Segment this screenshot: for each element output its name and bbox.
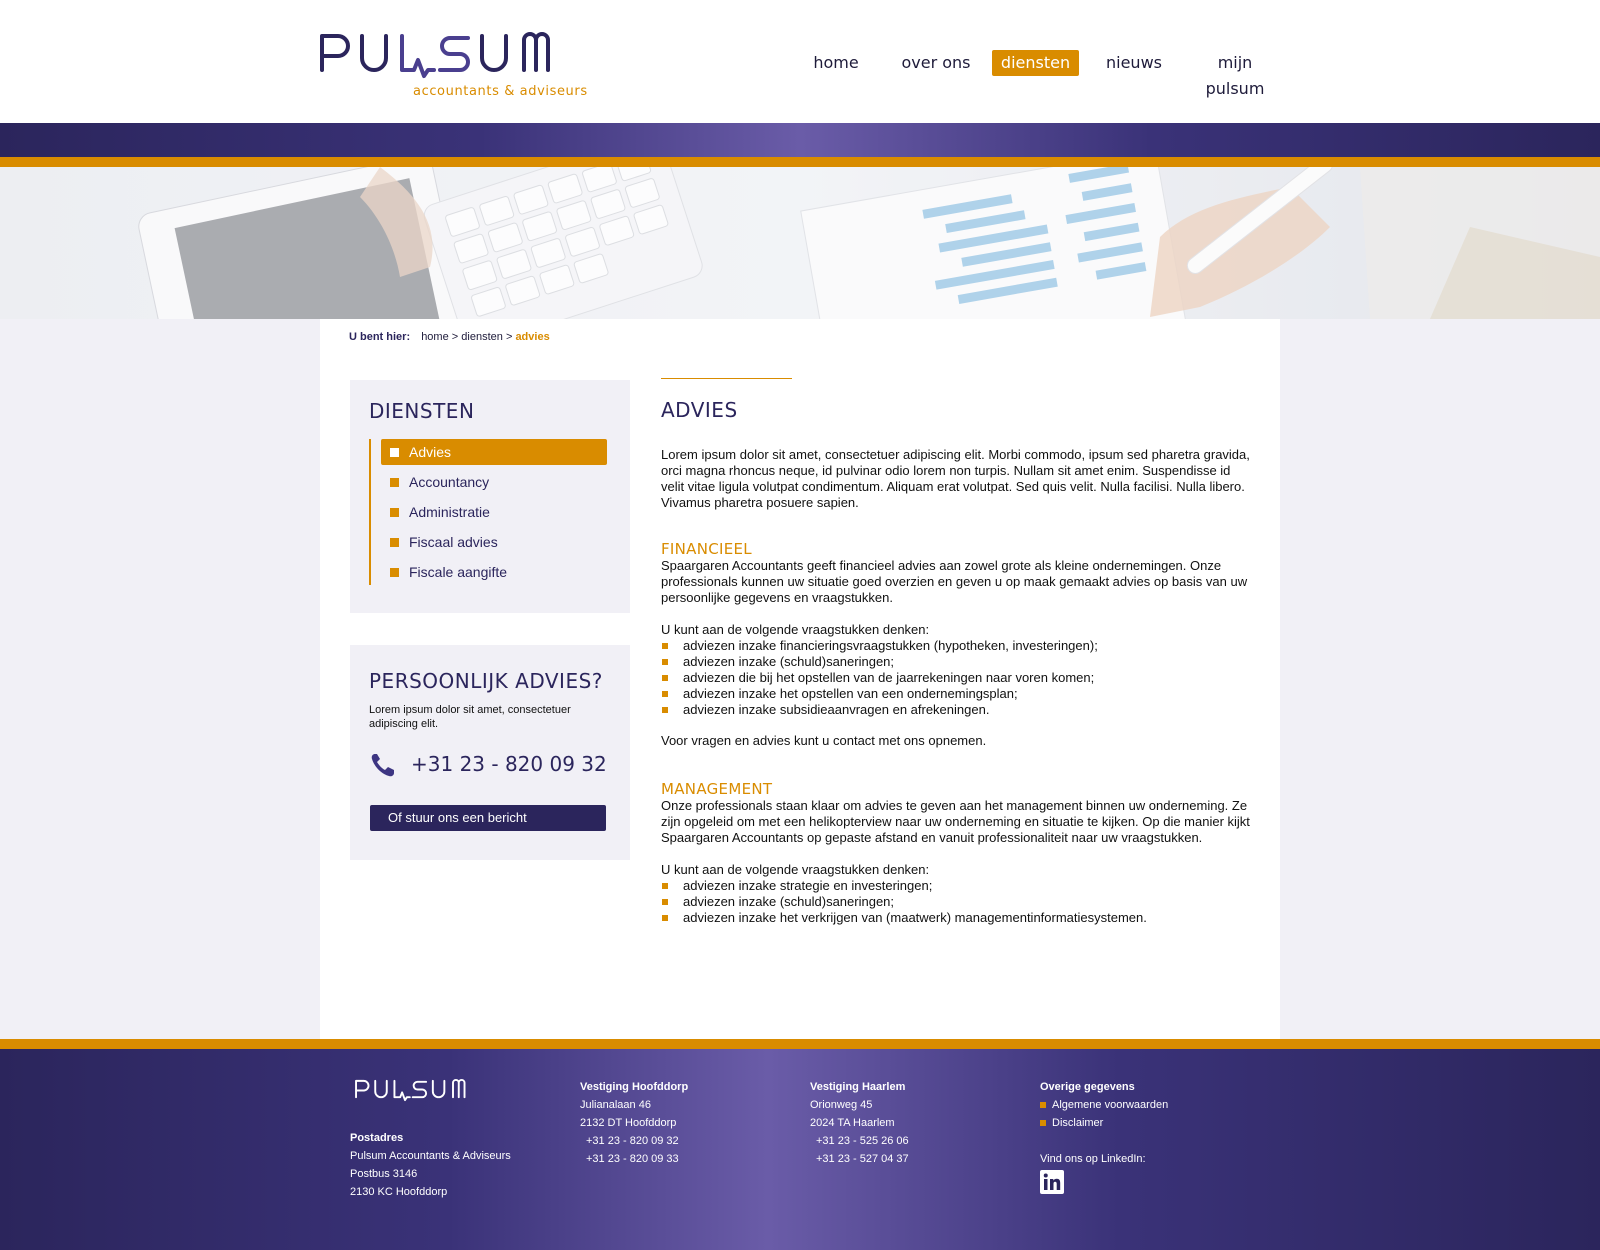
send-message-button[interactable]: Of stuur ons een bericht [370,805,606,831]
phone-line[interactable]: +31 23 - 820 09 32 [580,1132,688,1150]
phone-line[interactable]: +31 23 - 820 09 33 [580,1150,688,1168]
address-line: 2024 TA Haarlem [810,1117,895,1129]
nav-mijn-pulsum[interactable]: mijn pulsum [1186,50,1284,98]
contact-title: PERSOONLIJK ADVIES? [369,669,603,693]
nav-diensten[interactable]: diensten [992,50,1079,76]
list-item: adviezen inzake (schuld)saneringen; [661,654,1255,670]
address-line: Postbus 3146 [350,1168,418,1180]
header-band [0,123,1600,157]
link-disclaimer[interactable]: Disclaimer [1040,1114,1168,1132]
list-item: adviezen inzake het opstellen van een on… [661,686,1255,702]
breadcrumb: U bent hier: home > diensten > advies [349,331,550,343]
section-title-management: MANAGEMENT [661,780,773,798]
breadcrumb-current: advies [515,331,550,343]
footer-postadres: Postadres Pulsum Accountants & Adviseurs… [350,1129,511,1201]
sidebar-item-label: Fiscale aangifte [409,564,508,580]
intro-paragraph: Lorem ipsum dolor sit amet, consectetuer… [661,447,1250,510]
sidebar-item-fiscale-aangifte[interactable]: Fiscale aangifte [381,559,607,585]
sidebar-item-label: Accountancy [409,474,490,490]
site-header: accountants & adviseurs home over ons di… [0,0,1600,123]
breadcrumb-separator: > [505,331,513,343]
linkedin-icon[interactable] [1040,1170,1064,1194]
contact-text: Lorem ipsum dolor sit amet, consectetuer… [369,704,571,730]
sidebar-item-label: Administratie [409,504,490,520]
services-sidebar: DIENSTEN Advies Accountancy Administrati… [350,380,630,613]
section-body: Spaargaren Accountants geeft financieel … [661,558,1248,605]
list-item: adviezen inzake financieringsvraagstukke… [661,638,1255,654]
bullet-square-icon [390,538,399,547]
section-body: Onze professionals staan klaar om advies… [661,798,1250,845]
hero-image [0,167,1600,319]
phone-line[interactable]: +31 23 - 525 26 06 [810,1132,909,1150]
contact-note: Voor vragen en advies kunt u contact met… [661,733,987,748]
site-footer: Postadres Pulsum Accountants & Adviseurs… [0,1049,1600,1250]
breadcrumb-label: U bent hier: [349,331,411,343]
nav-nieuws[interactable]: nieuws [1103,50,1165,76]
phone-number[interactable]: +31 23 - 820 09 32 [411,752,607,776]
sidebar-item-accountancy[interactable]: Accountancy [381,469,607,495]
footer-heading: Postadres [350,1132,404,1144]
sidebar-item-administratie[interactable]: Administratie [381,499,607,525]
bullet-square-icon [390,448,399,457]
header-accent-stripe [0,157,1600,167]
footer-hoofddorp: Vestiging Hoofddorp Julianalaan 46 2132 … [580,1078,688,1168]
bullet-square-icon [390,508,399,517]
footer-heading: Vestiging Haarlem [810,1081,906,1093]
link-algemene-voorwaarden[interactable]: Algemene voorwaarden [1040,1096,1168,1114]
financieel-list: adviezen inzake financieringsvraagstukke… [661,638,1255,718]
section-title-financieel: FINANCIEEL [661,540,752,558]
list-item: adviezen inzake (schuld)saneringen; [661,894,1255,910]
services-nav: Advies Accountancy Administratie Fiscaal… [369,439,609,585]
logo-subtitle: accountants & adviseurs [413,84,588,99]
phone-line[interactable]: +31 23 - 527 04 37 [810,1150,909,1168]
footer-haarlem: Vestiging Haarlem Orionweg 45 2024 TA Ha… [810,1078,909,1168]
footer-heading: Overige gegevens [1040,1081,1135,1093]
sidebar-item-label: Fiscaal advies [409,534,498,550]
sidebar-item-fiscaal-advies[interactable]: Fiscaal advies [381,529,607,555]
footer-overige: Overige gegevens Algemene voorwaarden Di… [1040,1078,1168,1168]
nav-home[interactable]: home [807,50,865,76]
breadcrumb-home[interactable]: home [421,331,449,343]
address-line: Orionweg 45 [810,1099,873,1111]
footer-logo[interactable] [350,1078,484,1107]
contact-box: PERSOONLIJK ADVIES? Lorem ipsum dolor si… [350,645,630,860]
address-line: Pulsum Accountants & Adviseurs [350,1150,511,1162]
address-line: Julianalaan 46 [580,1099,651,1111]
list-intro: U kunt aan de volgende vraagstukken denk… [661,622,930,637]
list-item: adviezen inzake het verkrijgen van (maat… [661,910,1255,926]
list-item: adviezen inzake strategie en investering… [661,878,1255,894]
linkedin-label: Vind ons op LinkedIn: [1040,1153,1146,1165]
phone-icon [369,751,397,779]
page-title: ADVIES [661,398,738,422]
address-line: 2130 KC Hoofddorp [350,1186,448,1198]
nav-over-ons[interactable]: over ons [897,50,975,76]
list-item: adviezen inzake subsidieaanvragen en afr… [661,702,1255,718]
bullet-square-icon [390,568,399,577]
breadcrumb-diensten[interactable]: diensten [461,331,503,343]
breadcrumb-separator: > [451,331,459,343]
sidebar-item-label: Advies [409,444,452,460]
footer-accent-stripe [0,1039,1600,1049]
management-list: adviezen inzake strategie en investering… [661,878,1255,926]
sidebar-item-advies[interactable]: Advies [381,439,607,465]
address-line: 2132 DT Hoofddorp [580,1117,677,1129]
title-divider [661,378,792,379]
footer-heading: Vestiging Hoofddorp [580,1081,689,1093]
services-title: DIENSTEN [369,399,475,423]
bullet-square-icon [390,478,399,487]
main-nav: home over ons diensten nieuws mijn pulsu… [0,50,1600,98]
list-item: adviezen die bij het opstellen van de ja… [661,670,1255,686]
list-intro: U kunt aan de volgende vraagstukken denk… [661,862,930,877]
